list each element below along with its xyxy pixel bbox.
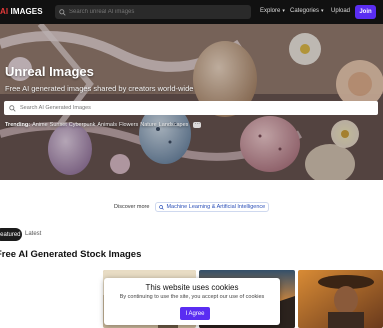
trending-tag[interactable]: Landscapes [159,122,189,128]
discover-chip-label: Machine Learning & Artificial Intelligen… [166,204,266,210]
search-icon [9,104,16,112]
nav-categories-label: Categories [290,8,320,14]
trending-tag[interactable]: Flowers [119,122,138,128]
trending-label: Trending: [5,122,31,128]
discover-chip[interactable]: Machine Learning & Artificial Intelligen… [155,202,270,212]
join-button[interactable]: Join [355,5,376,19]
hero-search-input[interactable] [20,105,370,111]
cookie-consent-banner: This website uses cookies By continuing … [104,278,280,325]
chevron-down-icon: ▾ [282,8,285,14]
search-icon [159,204,165,210]
logo-suffix: IMAGES [8,7,43,16]
tab-latest[interactable]: Latest [25,231,41,237]
hero-banner: Unreal Images Free AI generated images s… [0,24,383,180]
logo-prefix: AI [0,7,9,16]
cookie-text: By continuing to use the site, you accep… [119,294,265,300]
nav-upload[interactable]: Upload [331,8,350,14]
cookie-title: This website uses cookies [145,283,239,292]
nav-explore-label: Explore [260,8,281,14]
trending-tag[interactable]: Sunset [50,122,67,128]
more-tags-button[interactable]: ··· [193,122,202,128]
discover-more-row: Discover more Machine Learning & Artific… [114,202,270,212]
trending-tag[interactable]: Animals [97,122,117,128]
tab-featured[interactable]: Featured [0,228,22,241]
nav-explore[interactable]: Explore ▾ [260,8,285,14]
hero-search-box[interactable] [4,101,378,115]
image-thumbnail[interactable] [298,270,383,328]
section-title: Free AI Generated Stock Images [0,249,142,260]
search-icon [59,8,66,16]
site-logo[interactable]: AI IMAGES [0,7,43,16]
trending-tag[interactable]: Cyberpunk [69,122,96,128]
trending-tag[interactable]: Anime [32,122,48,128]
header-search-input[interactable] [69,9,249,15]
top-navbar: AI IMAGES Explore▾ Categories▾ Upload Jo… [0,0,383,24]
page: AI IMAGES Explore▾ Categories▾ Upload Jo… [0,0,383,328]
hero-subtitle: Free AI generated images shared by creat… [5,84,194,93]
chevron-down-icon: ▾ [321,8,324,14]
hero-title: Unreal Images [5,64,94,79]
trending-tag[interactable]: Nature [140,122,157,128]
trending-tags: Trending: Anime Sunset Cyberpunk Animals… [5,122,202,128]
agree-button[interactable]: I Agree [180,307,210,320]
discover-label: Discover more [114,204,150,210]
nav-categories[interactable]: Categories ▾ [290,8,324,14]
header-search-box[interactable] [55,5,251,19]
